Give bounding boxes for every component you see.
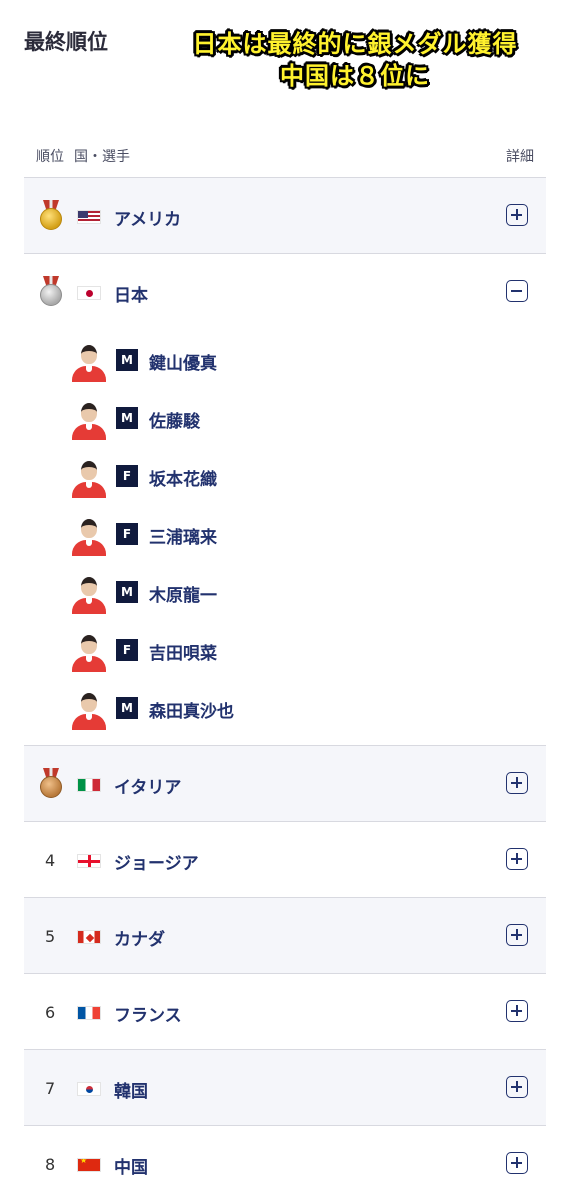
standings-row[interactable]: 5 カナダ (24, 898, 546, 974)
athlete-avatar (70, 632, 108, 672)
header-rank: 順位 (36, 149, 64, 165)
standings-row[interactable]: 8 中国 (24, 1126, 546, 1200)
italy-flag-icon (77, 778, 101, 792)
standings-row[interactable]: 4 ジョージア (24, 822, 546, 898)
athlete-name[interactable]: 坂本花織 (149, 465, 217, 490)
header-country: 国・選手 (74, 149, 130, 165)
rank-number: 6 (45, 1003, 56, 1022)
standings-row[interactable]: イタリア (24, 746, 546, 822)
country-name[interactable]: カナダ (114, 925, 165, 950)
athlete-item[interactable]: M 森田真沙也 (70, 684, 530, 742)
expand-icon[interactable] (506, 1152, 528, 1174)
athlete-avatar (70, 342, 108, 382)
athlete-avatar (70, 400, 108, 440)
rank-number: 8 (45, 1155, 56, 1174)
silver-medal-icon (38, 276, 64, 306)
athlete-avatar (70, 458, 108, 498)
athlete-avatar (70, 516, 108, 556)
country-name[interactable]: ジョージア (114, 849, 199, 874)
rank-number: 7 (45, 1079, 56, 1098)
standings-row[interactable]: 7 韓国 (24, 1050, 546, 1126)
athlete-name[interactable]: 佐藤駿 (149, 407, 200, 432)
athlete-name[interactable]: 森田真沙也 (149, 697, 234, 722)
canada-flag-icon (77, 930, 101, 944)
country-name[interactable]: 日本 (114, 281, 148, 306)
athlete-avatar (70, 690, 108, 730)
expand-icon[interactable] (506, 1076, 528, 1098)
athlete-name[interactable]: 三浦璃来 (149, 523, 217, 548)
athlete-item[interactable]: M 木原龍一 (70, 568, 530, 626)
gender-badge: M (116, 349, 138, 371)
athlete-item[interactable]: F 坂本花織 (70, 452, 530, 510)
expand-icon[interactable] (506, 1000, 528, 1022)
country-name[interactable]: アメリカ (114, 205, 181, 230)
country-name[interactable]: フランス (114, 1001, 182, 1026)
athlete-name[interactable]: 鍵山優真 (149, 349, 217, 374)
usa-flag-icon (77, 210, 101, 224)
athlete-item[interactable]: F 吉田唄菜 (70, 626, 530, 684)
standings-list: アメリカ 日本 M 鍵山優真 M 佐藤駿 F 坂本花織 F 三浦璃来 M 木原龍… (24, 178, 546, 1200)
bronze-medal-icon (38, 768, 64, 798)
gender-badge: F (116, 465, 138, 487)
country-name[interactable]: 韓国 (114, 1077, 148, 1102)
header-detail: 詳細 (506, 149, 534, 165)
country-name[interactable]: イタリア (114, 773, 181, 798)
gender-badge: F (116, 639, 138, 661)
gender-badge: M (116, 697, 138, 719)
gender-badge: M (116, 581, 138, 603)
expand-icon[interactable] (506, 772, 528, 794)
japan-flag-icon (77, 286, 101, 300)
caption-line-2: 中国は８位に (280, 62, 430, 90)
standings-row[interactable]: 6 フランス (24, 974, 546, 1050)
standings-row[interactable]: アメリカ (24, 178, 546, 254)
expand-icon[interactable] (506, 924, 528, 946)
gold-medal-icon (38, 200, 64, 230)
caption-overlay: 日本は最終的に銀メダル獲得 中国は８位に (160, 28, 550, 92)
collapse-icon[interactable] (506, 280, 528, 302)
table-header: 順位 国・選手 詳細 (24, 140, 546, 178)
standings-row[interactable]: 日本 M 鍵山優真 M 佐藤駿 F 坂本花織 F 三浦璃来 M 木原龍一 F 吉… (24, 254, 546, 746)
expand-icon[interactable] (506, 848, 528, 870)
country-name[interactable]: 中国 (114, 1153, 148, 1178)
athlete-avatar (70, 574, 108, 614)
athlete-item[interactable]: M 鍵山優真 (70, 336, 530, 394)
caption-line-1: 日本は最終的に銀メダル獲得 (192, 30, 518, 58)
korea-flag-icon (77, 1082, 101, 1096)
athlete-item[interactable]: F 三浦璃来 (70, 510, 530, 568)
gender-badge: F (116, 523, 138, 545)
rank-number: 4 (45, 851, 56, 870)
athlete-name[interactable]: 木原龍一 (149, 581, 217, 606)
page-title: 最終順位 (24, 30, 108, 54)
georgia-flag-icon (77, 854, 101, 868)
athlete-name[interactable]: 吉田唄菜 (149, 639, 217, 664)
china-flag-icon (77, 1158, 101, 1172)
france-flag-icon (77, 1006, 101, 1020)
gender-badge: M (116, 407, 138, 429)
athlete-list: M 鍵山優真 M 佐藤駿 F 坂本花織 F 三浦璃来 M 木原龍一 F 吉田唄菜… (70, 336, 530, 742)
expand-icon[interactable] (506, 204, 528, 226)
rank-number: 5 (45, 927, 56, 946)
athlete-item[interactable]: M 佐藤駿 (70, 394, 530, 452)
